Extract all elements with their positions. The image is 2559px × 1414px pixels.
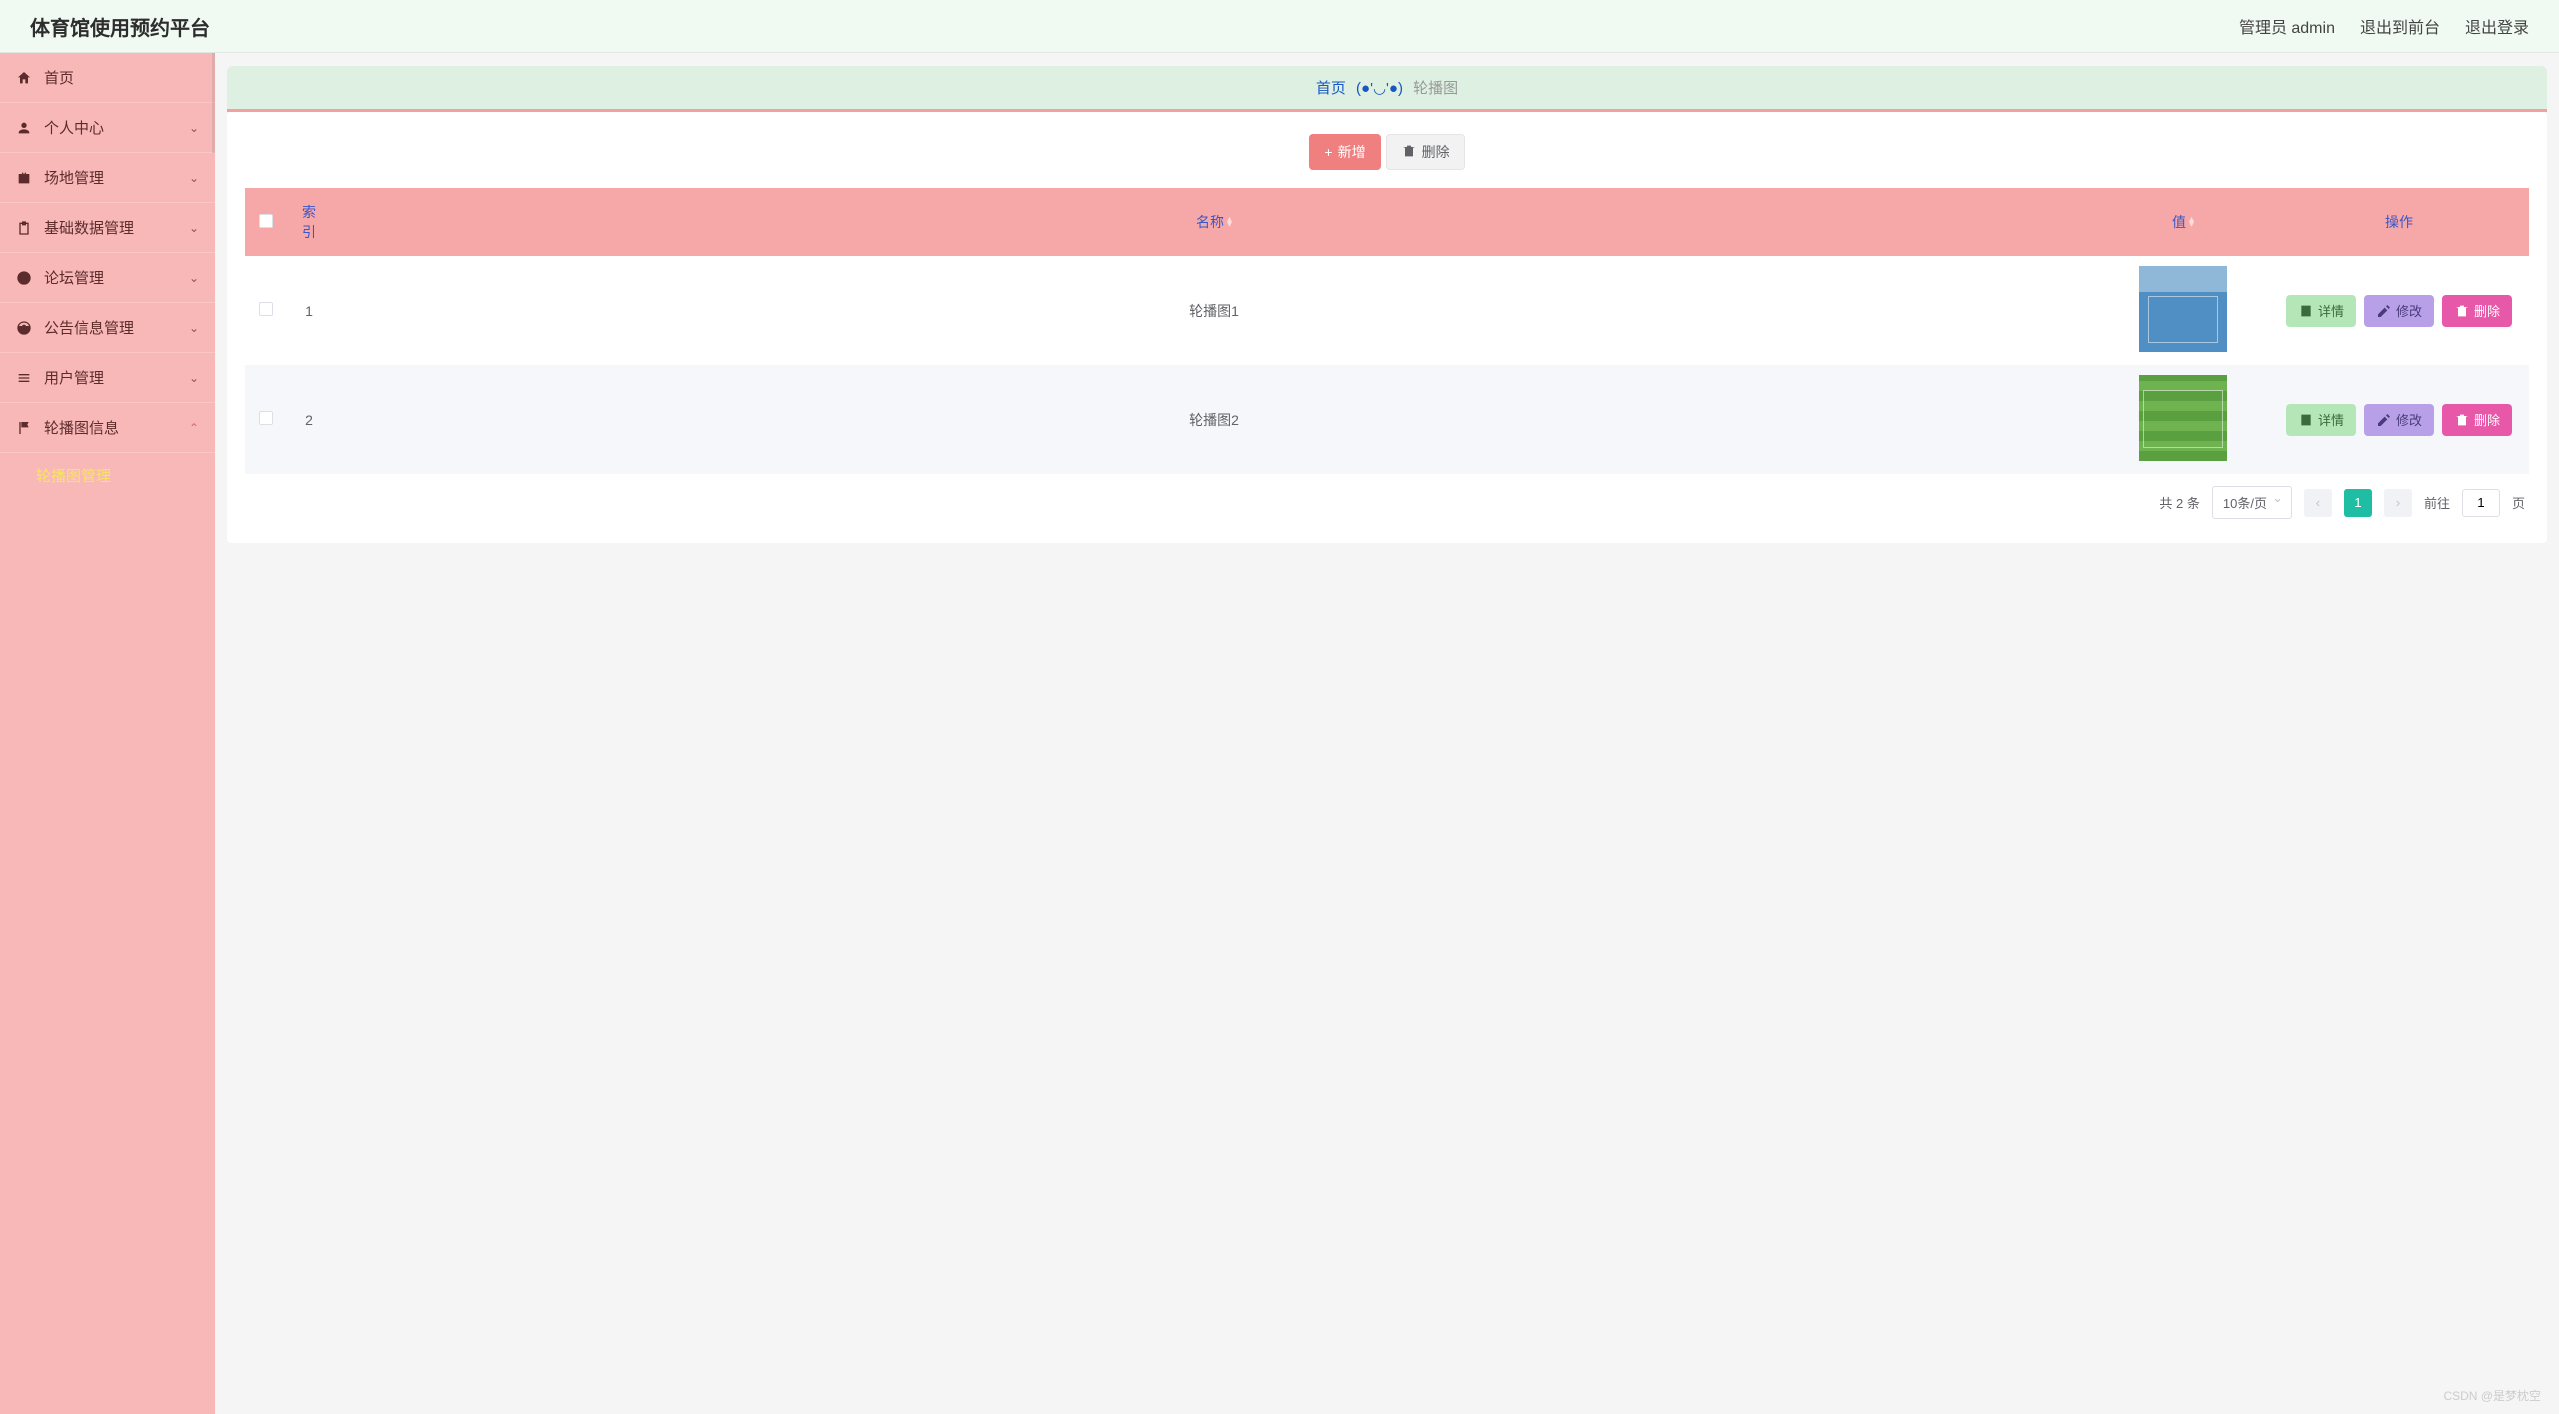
sidebar-item-basedata[interactable]: 基础数据管理 ⌄ <box>0 203 215 253</box>
sidebar-subitem-carousel-manage[interactable]: 轮播图管理 <box>0 453 215 497</box>
cell-ops: 详情 修改 删除 <box>2269 256 2529 365</box>
row-checkbox[interactable] <box>259 302 273 316</box>
cell-name: 轮播图2 <box>331 365 2097 474</box>
next-page-button[interactable]: › <box>2384 489 2412 517</box>
watermark: CSDN @是梦枕空 <box>2443 1387 2541 1404</box>
sidebar-item-carousel[interactable]: 轮播图信息 ⌃ <box>0 403 215 453</box>
flag-icon <box>16 420 32 436</box>
chevron-down-icon: ⌄ <box>189 221 199 235</box>
sidebar-item-label: 轮播图信息 <box>44 417 119 438</box>
chevron-up-icon: ⌃ <box>189 421 199 435</box>
pagination: 共 2 条 10条/页 ‹ 1 › 前往 页 <box>245 474 2529 521</box>
add-button-label: 新增 <box>1338 142 1366 162</box>
clock-icon <box>16 270 32 286</box>
chevron-down-icon: ⌄ <box>189 171 199 185</box>
sidebar-item-users[interactable]: 用户管理 ⌄ <box>0 353 215 403</box>
sidebar-item-home[interactable]: 首页 <box>0 53 215 103</box>
col-ops: 操作 <box>2269 188 2529 256</box>
sidebar-scrollbar[interactable] <box>212 53 215 153</box>
content-card: + 新增 删除 索引 名称▴▾ 值▴▾ 操作 <box>227 112 2547 543</box>
chevron-down-icon: ⌄ <box>189 321 199 335</box>
delete-button-label: 删除 <box>1422 142 1450 162</box>
goto-page-input[interactable] <box>2462 489 2500 517</box>
sidebar-item-profile[interactable]: 个人中心 ⌄ <box>0 103 215 153</box>
page-number-button[interactable]: 1 <box>2344 489 2372 517</box>
goto-label: 前往 <box>2424 493 2450 512</box>
briefcase-icon <box>16 170 32 186</box>
sidebar-item-label: 基础数据管理 <box>44 217 134 238</box>
col-index[interactable]: 索引 <box>287 188 331 256</box>
detail-button[interactable]: 详情 <box>2286 404 2356 436</box>
main-content: 首页 (●'◡'●) 轮播图 + 新增 删除 索引 <box>215 53 2559 1414</box>
sidebar-item-label: 首页 <box>44 67 74 88</box>
table-row: 2 轮播图2 详情 修改 删除 <box>245 365 2529 474</box>
prev-page-button[interactable]: ‹ <box>2304 489 2332 517</box>
sidebar-subitem-label: 轮播图管理 <box>36 465 111 486</box>
edit-button[interactable]: 修改 <box>2364 404 2434 436</box>
goto-suffix: 页 <box>2512 493 2525 512</box>
globe-icon <box>16 320 32 336</box>
breadcrumb: 首页 (●'◡'●) 轮播图 <box>227 66 2547 112</box>
table-row: 1 轮播图1 详情 修改 删除 <box>245 256 2529 365</box>
cell-name: 轮播图1 <box>331 256 2097 365</box>
sidebar-item-label: 场地管理 <box>44 167 104 188</box>
sidebar-item-venue[interactable]: 场地管理 ⌄ <box>0 153 215 203</box>
col-name[interactable]: 名称▴▾ <box>331 188 2097 256</box>
toolbar: + 新增 删除 <box>245 134 2529 170</box>
sidebar-item-announcement[interactable]: 公告信息管理 ⌄ <box>0 303 215 353</box>
breadcrumb-separator: (●'◡'●) <box>1356 80 1403 97</box>
carousel-thumbnail[interactable] <box>2139 375 2227 461</box>
cell-ops: 详情 修改 删除 <box>2269 365 2529 474</box>
exit-to-front[interactable]: 退出到前台 <box>2360 14 2440 38</box>
trash-icon <box>1401 143 1417 162</box>
delete-button[interactable]: 删除 <box>1386 134 1465 170</box>
sidebar-item-label: 公告信息管理 <box>44 317 134 338</box>
app-title: 体育馆使用预约平台 <box>30 12 210 41</box>
chevron-down-icon: ⌄ <box>189 121 199 135</box>
list-icon <box>16 370 32 386</box>
header-actions: 管理员 admin 退出到前台 退出登录 <box>2239 14 2529 38</box>
page-size-select[interactable]: 10条/页 <box>2212 486 2292 519</box>
sort-icon: ▴▾ <box>1227 217 1232 227</box>
select-all-checkbox[interactable] <box>259 214 273 228</box>
add-button[interactable]: + 新增 <box>1309 134 1380 170</box>
app-header: 体育馆使用预约平台 管理员 admin 退出到前台 退出登录 <box>0 0 2559 53</box>
cell-value <box>2097 256 2269 365</box>
sidebar-item-label: 用户管理 <box>44 367 104 388</box>
clipboard-icon <box>16 220 32 236</box>
pagination-total: 共 2 条 <box>2159 493 2199 512</box>
data-table: 索引 名称▴▾ 值▴▾ 操作 1 轮播图1 详情 <box>245 188 2529 474</box>
carousel-thumbnail[interactable] <box>2139 266 2227 352</box>
cell-value <box>2097 365 2269 474</box>
current-user[interactable]: 管理员 admin <box>2239 14 2335 38</box>
edit-button[interactable]: 修改 <box>2364 295 2434 327</box>
chevron-down-icon: ⌄ <box>189 271 199 285</box>
row-delete-button[interactable]: 删除 <box>2442 404 2512 436</box>
chevron-down-icon: ⌄ <box>189 371 199 385</box>
col-value[interactable]: 值▴▾ <box>2097 188 2269 256</box>
breadcrumb-home[interactable]: 首页 <box>1316 80 1346 97</box>
row-checkbox[interactable] <box>259 411 273 425</box>
home-icon <box>16 70 32 86</box>
sidebar: 首页 个人中心 ⌄ 场地管理 ⌄ 基础数据管理 ⌄ 论坛管理 ⌄ 公告信息管理 … <box>0 53 215 1414</box>
sort-icon: ▴▾ <box>2189 217 2194 227</box>
sidebar-item-forum[interactable]: 论坛管理 ⌄ <box>0 253 215 303</box>
plus-icon: + <box>1324 144 1332 160</box>
sidebar-item-label: 个人中心 <box>44 117 104 138</box>
sidebar-item-label: 论坛管理 <box>44 267 104 288</box>
breadcrumb-current: 轮播图 <box>1413 80 1458 97</box>
detail-button[interactable]: 详情 <box>2286 295 2356 327</box>
row-delete-button[interactable]: 删除 <box>2442 295 2512 327</box>
cell-index: 1 <box>287 256 331 365</box>
cell-index: 2 <box>287 365 331 474</box>
col-checkbox <box>245 188 287 256</box>
user-icon <box>16 120 32 136</box>
logout[interactable]: 退出登录 <box>2465 14 2529 38</box>
